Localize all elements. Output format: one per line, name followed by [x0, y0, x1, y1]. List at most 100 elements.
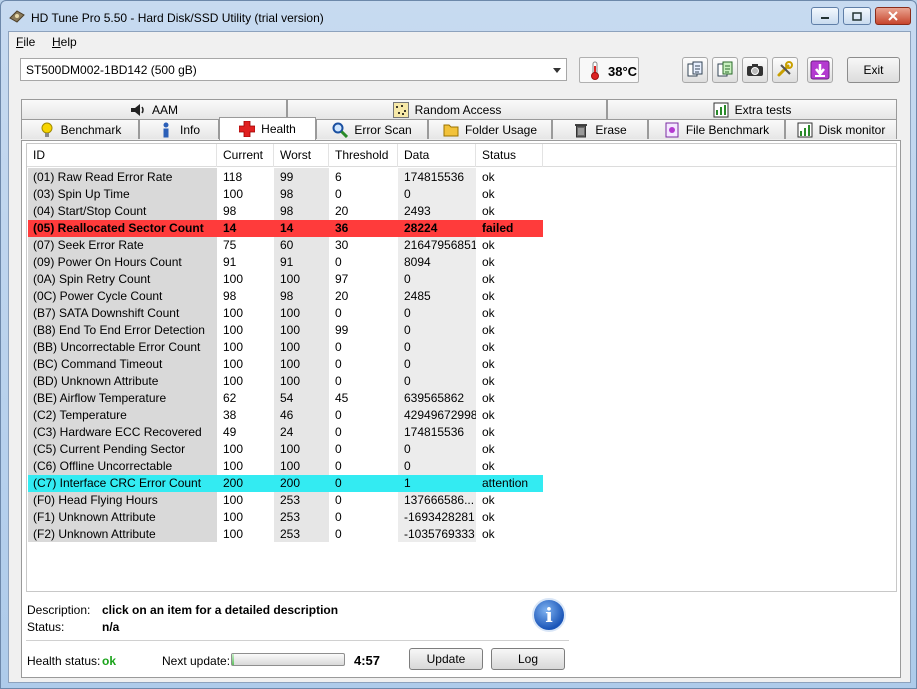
- column-header-data[interactable]: Data: [398, 144, 476, 167]
- log-button[interactable]: Log: [491, 648, 565, 670]
- table-row[interactable]: (BB) Uncorrectable Error Count 100 100 0 0 ok: [27, 339, 896, 356]
- cell-worst: 253: [280, 493, 301, 507]
- cell-worst: 46: [280, 408, 294, 422]
- cell-threshold: 0: [335, 459, 342, 473]
- screenshot-button[interactable]: [742, 57, 768, 83]
- cell-threshold: 6: [335, 170, 342, 184]
- tab-error-scan[interactable]: Error Scan: [316, 119, 428, 139]
- table-row[interactable]: (0A) Spin Retry Count 100 100 97 0 ok: [27, 271, 896, 288]
- description-value: click on an item for a detailed descript…: [102, 603, 339, 617]
- tab-aam[interactable]: AAM: [21, 99, 287, 119]
- exit-button[interactable]: Exit: [847, 57, 900, 83]
- tab-erase[interactable]: Erase: [552, 119, 648, 139]
- cell-worst: 100: [280, 442, 301, 456]
- cell-status: ok: [482, 255, 495, 269]
- tab-file-benchmark[interactable]: File Benchmark: [648, 119, 785, 139]
- tab-label: Error Scan: [354, 122, 412, 137]
- tab-folder-usage[interactable]: Folder Usage: [428, 119, 552, 139]
- magnifier-icon: [332, 122, 349, 138]
- speaker-icon: [130, 102, 146, 118]
- cell-id: (09) Power On Hours Count: [33, 255, 182, 269]
- cell-current: 91: [223, 255, 237, 269]
- table-row[interactable]: (F1) Unknown Attribute 100 253 0 -1693428281…: [27, 509, 896, 526]
- maximize-button[interactable]: [843, 7, 871, 25]
- column-header-id[interactable]: ID: [27, 144, 217, 167]
- cell-data: 0: [404, 442, 411, 456]
- tab-benchmark[interactable]: Benchmark: [21, 119, 139, 139]
- tab-info[interactable]: Info: [139, 119, 219, 139]
- column-header-current[interactable]: Current: [217, 144, 274, 167]
- save-button[interactable]: [807, 57, 833, 83]
- table-row[interactable]: (C2) Temperature 38 46 0 42949672998 ok: [27, 407, 896, 424]
- cell-status: ok: [482, 289, 495, 303]
- drive-select[interactable]: ST500DM002-1BD142 (500 gB): [20, 58, 567, 81]
- cell-data: 174815536: [404, 425, 465, 439]
- tests-icon: [713, 102, 729, 118]
- cell-status: ok: [482, 204, 495, 218]
- table-row[interactable]: (04) Start/Stop Count 98 98 20 2493 ok: [27, 203, 896, 220]
- table-row[interactable]: (C6) Offline Uncorrectable 100 100 0 0 ok: [27, 458, 896, 475]
- table-row[interactable]: (BE) Airflow Temperature 62 54 45 639565862 o…: [27, 390, 896, 407]
- cell-current: 100: [223, 527, 244, 541]
- menu-help[interactable]: Help: [52, 35, 77, 49]
- cell-worst: 200: [280, 476, 301, 490]
- table-row[interactable]: (01) Raw Read Error Rate 118 99 6 174815536 o…: [27, 169, 896, 186]
- tab-disk-monitor[interactable]: Disk monitor: [785, 119, 897, 139]
- cell-data: 0: [404, 374, 411, 388]
- cell-data: 0: [404, 323, 411, 337]
- table-row[interactable]: (09) Power On Hours Count 91 91 0 8094 ok: [27, 254, 896, 271]
- table-row[interactable]: (07) Seek Error Rate 75 60 30 21647956851 ok: [27, 237, 896, 254]
- cell-status: ok: [482, 357, 495, 371]
- cell-current: 98: [223, 204, 237, 218]
- column-header-threshold[interactable]: Threshold: [329, 144, 398, 167]
- cell-data: 1: [404, 476, 411, 490]
- table-row[interactable]: (B8) End To End Error Detection 100 100 99 0…: [27, 322, 896, 339]
- cell-current: 100: [223, 323, 244, 337]
- column-header-status[interactable]: Status: [476, 144, 543, 167]
- tab-random-access[interactable]: Random Access: [287, 99, 607, 119]
- next-update-label: Next update:: [162, 654, 231, 668]
- tab-extra-tests[interactable]: Extra tests: [607, 99, 897, 119]
- cell-threshold: 0: [335, 357, 342, 371]
- close-button[interactable]: [875, 7, 911, 25]
- copy-clipboard-button[interactable]: [712, 57, 738, 83]
- table-row[interactable]: (F0) Head Flying Hours 100 253 0 137666586..…: [27, 492, 896, 509]
- column-header-worst[interactable]: Worst: [274, 144, 329, 167]
- tab-health[interactable]: Health: [219, 117, 316, 140]
- maximize-icon: [852, 11, 862, 21]
- update-button[interactable]: Update: [409, 648, 483, 670]
- cell-id: (C5) Current Pending Sector: [33, 442, 186, 456]
- table-row[interactable]: (C7) Interface CRC Error Count 200 200 0 1 at…: [27, 475, 896, 492]
- cell-current: 14: [223, 221, 237, 235]
- tab-label: Info: [179, 122, 200, 137]
- table-row[interactable]: (B7) SATA Downshift Count 100 100 0 0 ok: [27, 305, 896, 322]
- table-row[interactable]: (C3) Hardware ECC Recovered 49 24 0 17481553…: [27, 424, 896, 441]
- title-bar[interactable]: HD Tune Pro 5.50 - Hard Disk/SSD Utility…: [1, 1, 916, 31]
- cell-worst: 60: [280, 238, 294, 252]
- cell-threshold: 45: [335, 391, 349, 405]
- cell-id: (01) Raw Read Error Rate: [33, 170, 173, 184]
- cell-current: 62: [223, 391, 237, 405]
- cell-current: 100: [223, 357, 244, 371]
- table-row[interactable]: (BD) Unknown Attribute 100 100 0 0 ok: [27, 373, 896, 390]
- cell-threshold: 99: [335, 323, 349, 337]
- cell-id: (C6) Offline Uncorrectable: [33, 459, 173, 473]
- cell-threshold: 0: [335, 255, 342, 269]
- cell-data: 2485: [404, 289, 431, 303]
- table-row[interactable]: (F2) Unknown Attribute 100 253 0 -1035769333…: [27, 526, 896, 543]
- cell-status: ok: [482, 187, 495, 201]
- copy-text-button[interactable]: [682, 57, 708, 83]
- table-row[interactable]: (05) Reallocated Sector Count 14 14 36 28224…: [27, 220, 896, 237]
- menu-file[interactable]: File: [16, 35, 35, 49]
- cell-threshold: 20: [335, 204, 349, 218]
- table-row[interactable]: (03) Spin Up Time 100 98 0 0 ok: [27, 186, 896, 203]
- table-row[interactable]: (C5) Current Pending Sector 100 100 0 0 ok: [27, 441, 896, 458]
- cell-status: ok: [482, 493, 495, 507]
- options-button[interactable]: [772, 57, 798, 83]
- table-row[interactable]: (BC) Command Timeout 100 100 0 0 ok: [27, 356, 896, 373]
- cell-current: 100: [223, 442, 244, 456]
- table-row[interactable]: (0C) Power Cycle Count 98 98 20 2485 ok: [27, 288, 896, 305]
- minimize-button[interactable]: [811, 7, 839, 25]
- cell-status: ok: [482, 442, 495, 456]
- cell-current: 98: [223, 289, 237, 303]
